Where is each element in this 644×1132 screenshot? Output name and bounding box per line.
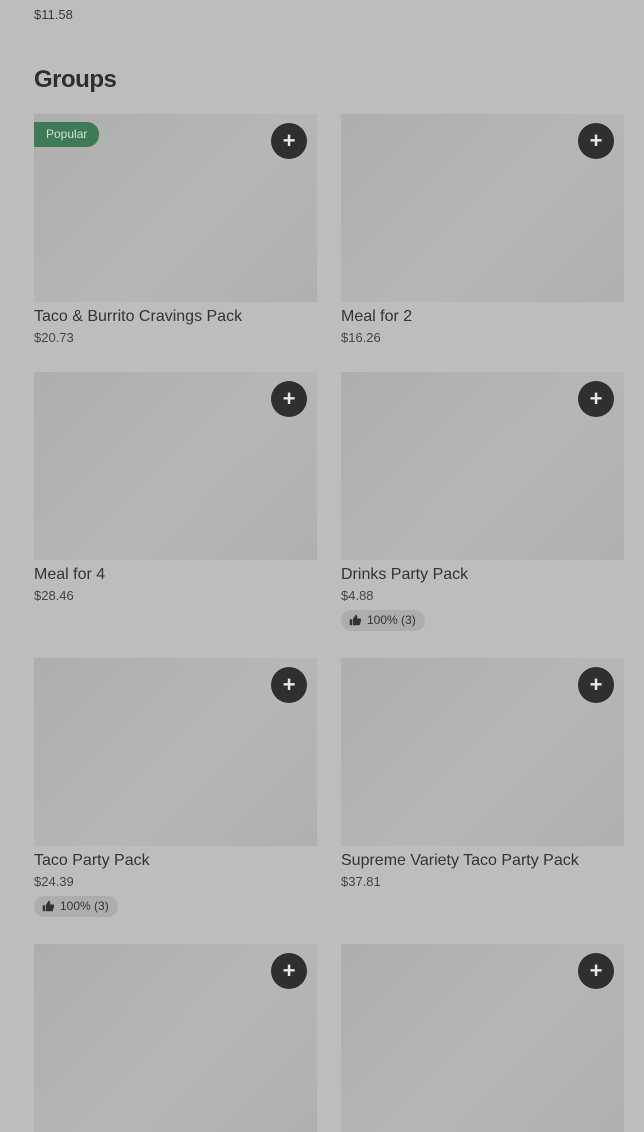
plus-icon: + xyxy=(282,128,296,153)
rating-badge: 100% (3) xyxy=(341,610,425,631)
item-name[interactable]: Taco Party Pack xyxy=(34,851,317,871)
menu-item-card[interactable]: + Meal for 4 $28.46 xyxy=(34,372,317,658)
item-name[interactable]: Taco & Burrito Cravings Pack xyxy=(34,307,317,327)
item-price: $37.81 xyxy=(341,874,381,889)
menu-item-card[interactable]: + Drinks Party Pack $4.88 100% (3) xyxy=(341,372,624,658)
menu-item-card[interactable]: + Taco Party Pack $24.39 100% (3) xyxy=(34,658,317,944)
add-item-button[interactable]: + xyxy=(271,953,307,989)
menu-item-card[interactable]: + xyxy=(34,944,317,1132)
item-price: $24.39 xyxy=(34,874,74,889)
plus-icon: + xyxy=(589,672,603,697)
rating-text: 100% (3) xyxy=(367,613,416,627)
item-image[interactable]: + xyxy=(341,658,624,846)
rating-badge: 100% (3) xyxy=(34,896,118,917)
item-image[interactable]: + xyxy=(341,114,624,302)
item-image[interactable]: + xyxy=(341,372,624,560)
add-item-button[interactable]: + xyxy=(271,381,307,417)
item-price: $28.46 xyxy=(34,588,74,603)
section-title: Groups xyxy=(34,66,117,93)
item-price: $4.88 xyxy=(341,588,374,603)
item-image[interactable]: + xyxy=(34,944,317,1132)
add-item-button[interactable]: + xyxy=(578,953,614,989)
plus-icon: + xyxy=(282,386,296,411)
popular-badge: Popular xyxy=(34,122,100,147)
item-image[interactable]: + xyxy=(34,658,317,846)
rating-text: 100% (3) xyxy=(60,899,109,913)
add-item-button[interactable]: + xyxy=(578,667,614,703)
plus-icon: + xyxy=(282,958,296,983)
item-image[interactable]: + xyxy=(341,944,624,1132)
previous-item-price: $11.58 xyxy=(34,7,73,22)
menu-item-card[interactable]: + Supreme Variety Taco Party Pack $37.81 xyxy=(341,658,624,944)
add-item-button[interactable]: + xyxy=(271,123,307,159)
item-image[interactable]: + xyxy=(34,372,317,560)
item-name[interactable]: Supreme Variety Taco Party Pack xyxy=(341,851,624,871)
add-item-button[interactable]: + xyxy=(271,667,307,703)
menu-item-card[interactable]: + xyxy=(341,944,624,1132)
add-item-button[interactable]: + xyxy=(578,381,614,417)
plus-icon: + xyxy=(282,672,296,697)
plus-icon: + xyxy=(589,958,603,983)
item-price: $16.26 xyxy=(341,330,381,345)
item-name[interactable]: Drinks Party Pack xyxy=(341,565,624,585)
add-item-button[interactable]: + xyxy=(578,123,614,159)
thumbs-up-icon xyxy=(42,900,54,912)
menu-item-card[interactable]: + Meal for 2 $16.26 xyxy=(341,114,624,372)
item-price: $20.73 xyxy=(34,330,74,345)
plus-icon: + xyxy=(589,128,603,153)
menu-items-grid: Popular + Taco & Burrito Cravings Pack $… xyxy=(34,114,624,1132)
menu-item-card[interactable]: Popular + Taco & Burrito Cravings Pack $… xyxy=(34,114,317,372)
plus-icon: + xyxy=(589,386,603,411)
item-name[interactable]: Meal for 2 xyxy=(341,307,624,327)
thumbs-up-icon xyxy=(349,614,361,626)
item-name[interactable]: Meal for 4 xyxy=(34,565,317,585)
item-image[interactable]: Popular + xyxy=(34,114,317,302)
